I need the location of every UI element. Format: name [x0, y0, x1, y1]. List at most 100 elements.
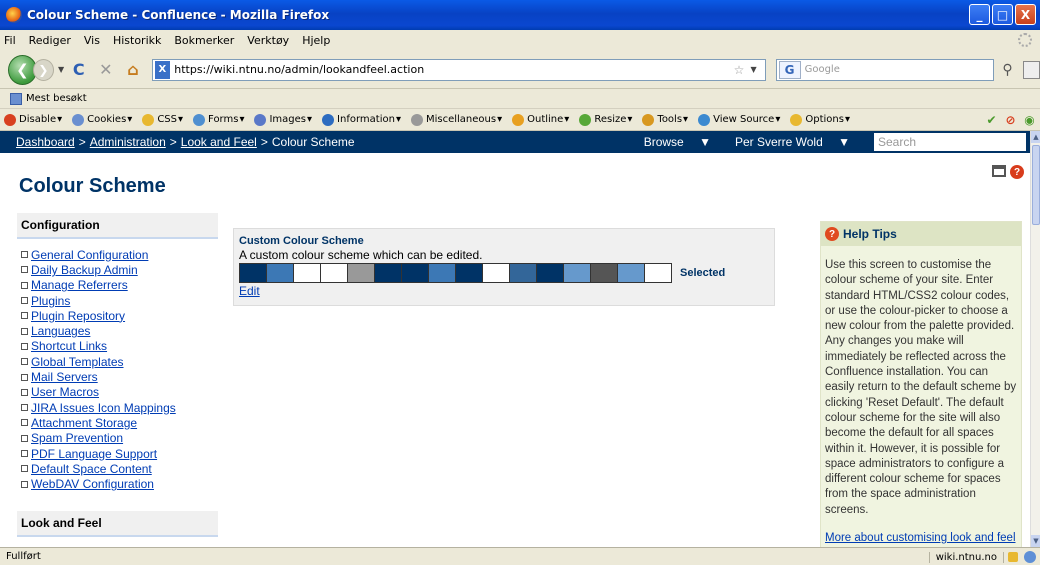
configuration-item-link[interactable]: WebDAV Configuration — [31, 477, 154, 491]
devtool-menu[interactable]: Tools ▾ — [642, 113, 688, 126]
minimize-button[interactable]: _ — [969, 4, 990, 25]
devtool-menu[interactable]: Miscellaneous ▾ — [410, 113, 502, 126]
print-icon[interactable] — [992, 165, 1006, 177]
search-engine-icon[interactable]: G — [778, 60, 801, 79]
valid-icon[interactable]: ◉ — [1023, 113, 1036, 127]
scrollbar-thumb[interactable] — [1032, 145, 1040, 225]
sidebar-item[interactable]: JIRA Issues Icon Mappings — [21, 400, 218, 415]
menu-verktoy[interactable]: Verktøy — [247, 34, 289, 47]
scroll-up-icon[interactable]: ▲ — [1031, 131, 1040, 143]
configuration-item-link[interactable]: General Configuration — [31, 248, 148, 262]
reload-icon[interactable]: C — [68, 59, 89, 81]
sidebar-item[interactable]: Languages — [21, 323, 218, 338]
devtool-label[interactable]: Disable — [19, 114, 56, 125]
breadcrumb-administration[interactable]: Administration — [90, 135, 166, 149]
devtool-label[interactable]: View Source — [713, 114, 774, 125]
home-icon[interactable]: ⌂ — [122, 59, 143, 81]
configuration-item-link[interactable]: PDF Language Support — [31, 447, 157, 461]
configuration-item-link[interactable]: Manage Referrers — [31, 278, 128, 292]
devtool-label[interactable]: CSS — [157, 114, 177, 125]
browse-menu[interactable]: Browse ▼ — [644, 135, 723, 149]
breadcrumb-dashboard[interactable]: Dashboard — [16, 135, 75, 149]
stop-icon[interactable]: ✕ — [95, 59, 116, 81]
devtool-menu[interactable]: Disable ▾ — [4, 113, 62, 126]
configuration-item-link[interactable]: Daily Backup Admin — [31, 263, 138, 277]
edit-scheme-link[interactable]: Edit — [239, 284, 769, 298]
configuration-item-link[interactable]: Plugin Repository — [31, 309, 125, 323]
devtool-label[interactable]: Images — [269, 114, 306, 125]
menu-hjelp[interactable]: Hjelp — [302, 34, 330, 47]
sidebar-item[interactable]: General Configuration — [21, 247, 218, 262]
confluence-search-input[interactable]: Search — [874, 133, 1026, 151]
configuration-item-link[interactable]: Global Templates — [31, 355, 124, 369]
configuration-item-link[interactable]: Shortcut Links — [31, 339, 107, 353]
devtool-menu[interactable]: Resize ▾ — [579, 113, 632, 126]
devtool-label[interactable]: Resize — [594, 114, 626, 125]
menu-fil[interactable]: Fil — [4, 34, 16, 47]
vertical-scrollbar[interactable]: ▲ ▼ — [1030, 131, 1040, 547]
configuration-item-link[interactable]: Attachment Storage — [31, 416, 137, 430]
sidebar-item[interactable]: User Macros — [21, 385, 218, 400]
sidebar-item[interactable]: Default Space Content — [21, 461, 218, 476]
devtool-label[interactable]: Forms — [208, 114, 238, 125]
menu-historikk[interactable]: Historikk — [113, 34, 161, 47]
search-go-icon[interactable]: ⚲ — [1002, 62, 1012, 78]
sidebar-item[interactable]: Daily Backup Admin — [21, 262, 218, 277]
configuration-item-link[interactable]: Spam Prevention — [31, 431, 123, 445]
sidebar-item[interactable]: Plugin Repository — [21, 308, 218, 323]
site-identity-button[interactable]: X — [154, 60, 171, 79]
user-menu[interactable]: Per Sverre Wold ▼ — [735, 135, 862, 149]
breadcrumb-look-and-feel[interactable]: Look and Feel — [181, 135, 257, 149]
web-search-box[interactable]: G Google — [775, 58, 995, 81]
configuration-item-link[interactable]: User Macros — [31, 385, 99, 399]
url-dropdown-icon[interactable]: ▼ — [750, 65, 764, 74]
menu-bokmerker[interactable]: Bokmerker — [174, 34, 234, 47]
extension-icon[interactable] — [1024, 551, 1036, 563]
devtool-menu[interactable]: Images ▾ — [254, 113, 312, 126]
devtool-menu[interactable]: Outline ▾ — [512, 113, 569, 126]
configuration-item-link[interactable]: Mail Servers — [31, 370, 98, 384]
scroll-down-icon[interactable]: ▼ — [1031, 535, 1040, 547]
devtool-label[interactable]: Tools — [657, 114, 682, 125]
devtool-label[interactable]: Outline — [527, 114, 563, 125]
check-icon[interactable]: ✔ — [985, 113, 998, 127]
web-search-placeholder[interactable]: Google — [805, 64, 840, 75]
close-button[interactable]: X — [1015, 4, 1036, 25]
sidebar-item[interactable]: Global Templates — [21, 354, 218, 369]
devtool-menu[interactable]: View Source ▾ — [698, 113, 780, 126]
bookmark-mest-besokt[interactable]: Mest besøkt — [26, 93, 87, 104]
configuration-item-link[interactable]: Languages — [31, 324, 90, 338]
sidebar-item[interactable]: Attachment Storage — [21, 415, 218, 430]
configuration-item-link[interactable]: JIRA Issues Icon Mappings — [31, 401, 176, 415]
devtool-label[interactable]: Cookies — [87, 114, 126, 125]
error-icon[interactable]: ⊘ — [1004, 113, 1017, 127]
lock-icon[interactable] — [1008, 552, 1018, 562]
help-icon[interactable]: ? — [1010, 165, 1024, 179]
devtool-menu[interactable]: Cookies ▾ — [72, 113, 132, 126]
address-bar[interactable]: X https://wiki.ntnu.no/admin/lookandfeel… — [151, 58, 766, 81]
address-text[interactable]: https://wiki.ntnu.no/admin/lookandfeel.a… — [174, 63, 424, 76]
history-dropdown-icon[interactable]: ▼ — [58, 65, 64, 74]
devtool-menu[interactable]: Forms ▾ — [193, 113, 244, 126]
sidebar-item[interactable]: PDF Language Support — [21, 446, 218, 461]
devtool-label[interactable]: Options — [805, 114, 844, 125]
devtool-label[interactable]: Miscellaneous — [426, 114, 496, 125]
configuration-item-link[interactable]: Default Space Content — [31, 462, 152, 476]
menu-vis[interactable]: Vis — [84, 34, 100, 47]
sidebar-item[interactable]: Mail Servers — [21, 369, 218, 384]
bookmark-star-icon[interactable]: ☆ — [734, 63, 751, 77]
devtool-label[interactable]: Information — [337, 114, 395, 125]
sidebar-item[interactable]: Shortcut Links — [21, 339, 218, 354]
devtool-menu[interactable]: Options ▾ — [790, 113, 850, 126]
maximize-button[interactable]: □ — [992, 4, 1013, 25]
sidebar-item[interactable]: WebDAV Configuration — [21, 476, 218, 491]
sidebar-item[interactable]: Spam Prevention — [21, 431, 218, 446]
configuration-item-link[interactable]: Plugins — [31, 294, 70, 308]
forward-button[interactable]: ❯ — [32, 58, 55, 81]
menu-rediger[interactable]: Rediger — [29, 34, 71, 47]
devtool-menu[interactable]: CSS ▾ — [142, 113, 183, 126]
sidebar-item[interactable]: Plugins — [21, 293, 218, 308]
sidebar-item[interactable]: Manage Referrers — [21, 278, 218, 293]
devtool-menu[interactable]: Information ▾ — [322, 113, 401, 126]
page-tools-icon[interactable] — [1022, 60, 1040, 79]
